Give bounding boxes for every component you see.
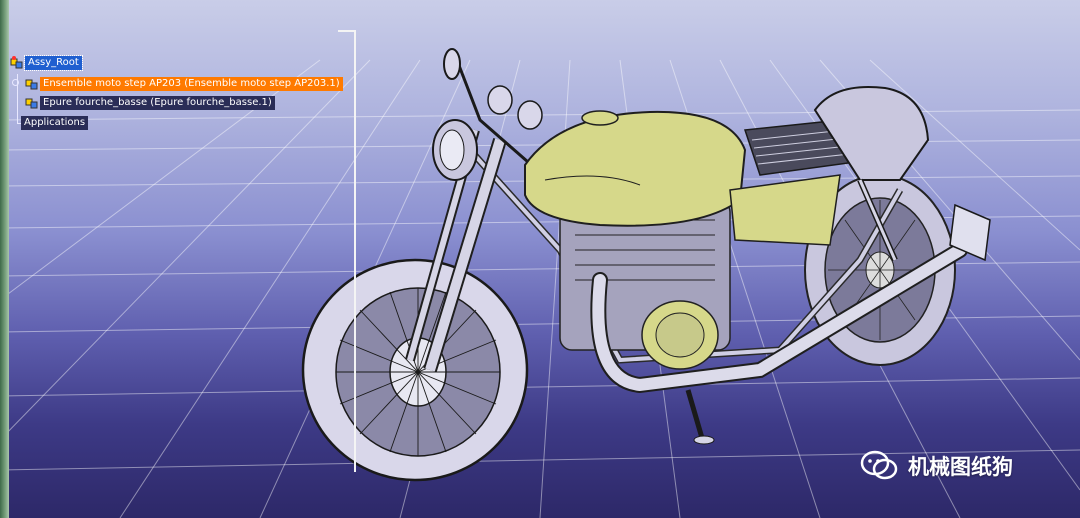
tree-node-applications-label[interactable]: Applications	[21, 115, 89, 130]
tree-node-epure[interactable]: Epure fourche_basse (Epure fourche_basse…	[25, 95, 275, 110]
specification-tree[interactable]: Assy_Root Ensemble moto step AP203 (Ense…	[0, 30, 356, 490]
tree-node-root-label[interactable]: Assy_Root	[24, 54, 83, 71]
3d-viewport[interactable]: Assy_Root Ensemble moto step AP203 (Ense…	[0, 0, 1080, 518]
side-cover	[729, 174, 841, 246]
tree-node-applications[interactable]: Applications	[21, 115, 89, 130]
watermark: 机械图纸狗	[860, 446, 1013, 486]
tree-node-ensemble-label[interactable]: Ensemble moto step AP203 (Ensemble moto …	[40, 76, 343, 91]
kickstand	[685, 389, 715, 445]
part-icon	[25, 98, 38, 109]
tree-node-ensemble[interactable]: Ensemble moto step AP203 (Ensemble moto …	[25, 76, 343, 91]
wechat-icon	[860, 450, 898, 480]
assembly-icon	[10, 56, 23, 69]
tree-bracket	[338, 30, 356, 472]
assembly-icon	[25, 79, 38, 90]
tree-node-epure-label[interactable]: Epure fourche_basse (Epure fourche_basse…	[40, 95, 275, 110]
watermark-text: 机械图纸狗	[908, 455, 1013, 479]
headlight	[432, 119, 478, 181]
fuel-tank	[524, 110, 747, 227]
tree-node-root[interactable]: Assy_Root	[10, 54, 83, 71]
seat	[743, 86, 930, 181]
expand-icon[interactable]	[12, 79, 19, 86]
